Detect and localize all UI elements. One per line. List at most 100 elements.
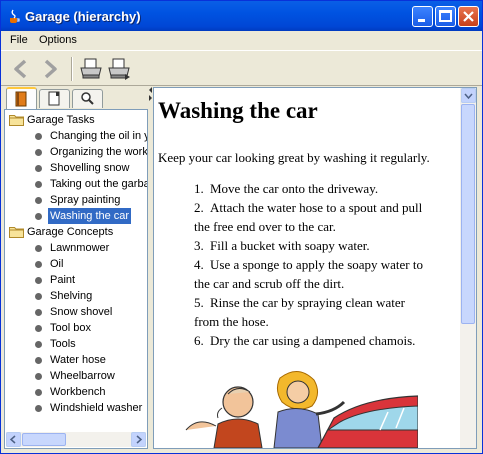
topic-bullet-icon [35,165,42,172]
scroll-left-button[interactable] [6,432,21,447]
tree-item[interactable]: Shovelling snow [5,160,145,176]
tree-item[interactable]: Spray painting [5,192,145,208]
print-setup-button[interactable] [107,56,133,82]
step-number: 2. [194,200,204,215]
step-text: Use a sponge to apply the soapy water to [210,257,424,272]
navigator-pane: Windshield washer Workbench Wheelbarrow Wat… [4,87,148,449]
collapse-left-icon[interactable] [149,87,152,93]
maximize-button[interactable] [435,6,456,27]
topic-bullet-icon [35,133,42,140]
topic-bullet-icon [35,245,42,252]
topic-bullet-icon [35,197,42,204]
tree-item-label: Shelving [50,290,93,302]
collapse-right-icon[interactable] [149,95,152,101]
topic-bullet-icon [35,325,42,332]
tree-item[interactable]: Paint [5,272,145,288]
content-pane: Washing the car Keep your car looking gr… [153,87,477,449]
tree-item[interactable]: Tools [5,336,145,352]
tree-item-label: Taking out the garba [50,178,148,190]
tree-item[interactable]: Tool box [5,320,145,336]
step-text: Move the car onto the driveway. [210,181,379,196]
step-number: 1. [194,181,204,196]
tree-item-label: Workbench [50,386,106,398]
tree-item-label: Snow shovel [50,306,113,318]
step-text: the car and scrub off the dirt. [194,276,345,291]
tree-item[interactable]: Workbench [5,384,145,400]
print-setup-icon [108,58,130,80]
tree-item[interactable]: Snow shovel [5,304,145,320]
tree-item-label: Wheelbarrow [50,370,115,382]
tree-item[interactable]: Oil [5,256,145,272]
tree-item-label: Oil [50,258,64,270]
tree-item[interactable]: Lawnmower [5,240,145,256]
topic-bullet-icon [35,213,42,220]
page-title: Washing the car [158,98,318,123]
forward-button[interactable] [37,56,63,82]
step-text: Attach the water hose to a spout and pul… [210,200,423,215]
arrow-right-icon [136,435,143,444]
step-item: 5. Rinse the car by spraying clean water f… [178,293,453,331]
step-item: 1. Move the car onto the driveway. [178,179,453,198]
menu-bar: File Options [1,31,482,50]
tree-horizontal-scrollbar[interactable] [6,432,146,447]
back-button[interactable] [8,56,34,82]
step-item: 3. Fill a bucket with soapy water. [178,236,453,255]
tree-item[interactable]: Taking out the garba [5,176,148,192]
tab-index[interactable] [39,89,70,108]
content-vertical-scrollbar[interactable] [460,88,476,448]
title-bar[interactable]: Garage (hierarchy) [1,1,482,31]
tree-item[interactable]: Windshield washer [5,400,145,416]
tree-scroll-thumb[interactable] [22,433,66,446]
scroll-down-button[interactable] [461,88,476,103]
minimize-button[interactable] [412,6,433,27]
search-icon [81,92,94,105]
tree-item[interactable]: Shelving [5,288,145,304]
close-icon [463,11,474,22]
back-arrow-icon [14,59,27,79]
tree-item[interactable]: Washing the car [5,208,145,224]
tree-folder[interactable]: Garage Tasks [5,112,145,128]
tree-item[interactable]: Changing the oil in y [5,128,148,144]
topic-bullet-icon [35,277,42,284]
intro-paragraph: Keep your car looking great by washing i… [158,150,430,165]
arrow-down-icon [464,93,473,100]
tab-contents[interactable] [6,87,37,109]
scroll-right-button[interactable] [131,432,146,447]
tree-item[interactable]: Water hose [5,352,145,368]
topic-bullet-icon [35,357,42,364]
print-icon [80,58,102,79]
topic-bullet-icon [35,389,42,396]
java-cup-icon [10,9,20,23]
minimize-icon [418,19,425,22]
close-button[interactable] [458,6,479,27]
step-text: Fill a bucket with soapy water. [210,238,370,253]
tree-folder-label: Garage Tasks [27,114,95,126]
toolbar [1,50,482,86]
tree-item-label: Water hose [50,354,106,366]
tree-item-label-selected: Washing the car [48,208,132,224]
menu-file[interactable]: File [10,34,28,46]
tree-item-label: Changing the oil in y [50,130,148,142]
contents-tree: Windshield washer Workbench Wheelbarrow Wat… [4,109,148,449]
topic-bullet-icon [35,293,42,300]
content-scroll-thumb[interactable] [461,104,475,324]
tree-folder[interactable]: Garage Concepts [5,224,145,240]
tree-item-label: Lawnmower [50,242,110,254]
menu-options[interactable]: Options [39,34,77,46]
window-title: Garage (hierarchy) [25,9,141,24]
tree-item[interactable]: Organizing the work [5,144,147,160]
step-number: 3. [194,238,204,253]
tree-item[interactable]: Wheelbarrow [5,368,145,384]
tree-item-label: Spray painting [50,194,121,206]
help-window: Garage (hierarchy) File Options Windshie… [0,0,483,454]
topic-bullet-icon [35,373,42,380]
arrow-left-icon [9,435,16,444]
step-text: Rinse the car by spraying clean water [210,295,405,310]
steps-list: 1. Move the car onto the driveway. 2. Attac… [178,179,453,350]
print-button[interactable] [78,56,104,82]
tab-search[interactable] [72,89,103,108]
folder-icon [9,227,24,238]
tree-item-label: Windshield washer [50,402,143,414]
toolbar-separator [71,57,73,81]
topic-bullet-icon [35,405,42,412]
